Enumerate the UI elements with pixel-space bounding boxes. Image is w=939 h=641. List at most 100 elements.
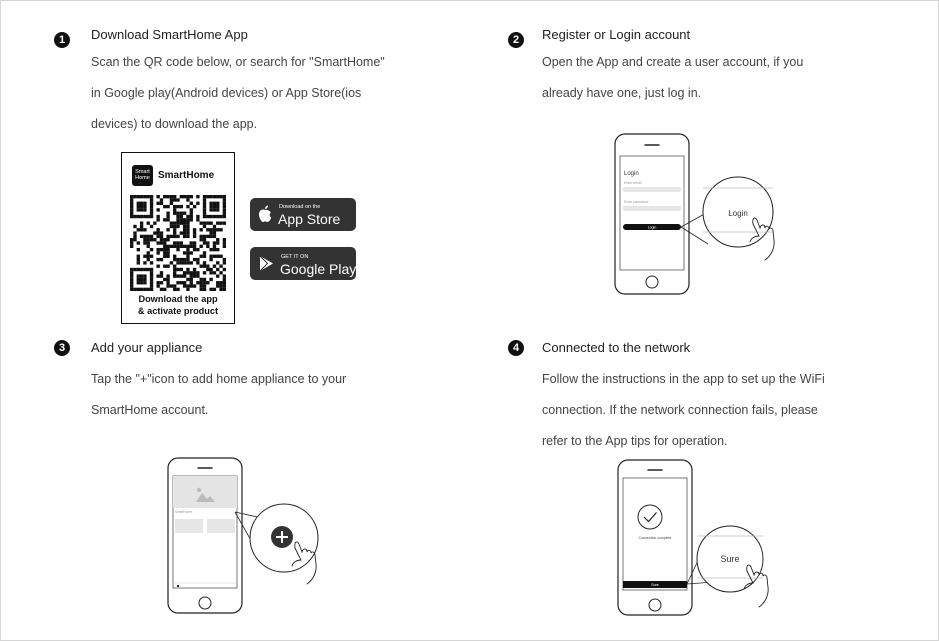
qr-module	[186, 231, 190, 235]
qr-module	[222, 257, 226, 262]
password-field[interactable]	[623, 206, 681, 211]
qr-module	[136, 214, 140, 219]
network-phone-illustration: Connection complete Sure Sure	[617, 459, 769, 616]
qr-module	[146, 254, 150, 258]
qr-module	[159, 231, 164, 235]
qr-module	[212, 204, 217, 209]
qr-module	[136, 274, 140, 278]
google-play-badge[interactable]: GET IT ON Google Play	[250, 247, 356, 280]
qr-module	[156, 251, 160, 255]
qr-module	[222, 261, 226, 265]
login-button-label: Login	[648, 226, 657, 230]
qr-module	[192, 257, 197, 262]
qr-module	[139, 204, 144, 209]
qr-module	[136, 247, 140, 252]
qr-module	[202, 198, 207, 202]
qr-module	[199, 264, 203, 268]
qr-module	[222, 211, 226, 215]
step-3-description: Tap the "+"icon to add home appliance to…	[91, 364, 346, 426]
email-field[interactable]	[623, 187, 681, 192]
qr-module	[156, 257, 160, 262]
qr-module	[176, 257, 180, 262]
qr-module	[196, 218, 200, 222]
qr-module	[209, 195, 213, 199]
add-appliance-phone-illustration: SmartHome	[167, 457, 319, 614]
qr-module	[159, 274, 164, 278]
app-store-badge[interactable]: Download on the App Store	[250, 198, 356, 231]
qr-module	[206, 228, 210, 232]
qr-module	[169, 224, 174, 229]
qr-module	[159, 238, 164, 242]
qr-module	[156, 231, 160, 235]
step-1-line: devices) to download the app.	[91, 117, 258, 131]
qr-module	[143, 234, 147, 239]
qr-module	[216, 208, 220, 212]
qr-module	[173, 198, 177, 202]
step-3-number: 3	[54, 340, 70, 356]
password-label: Enter password	[624, 200, 648, 204]
qr-module	[159, 234, 164, 239]
qr-module	[136, 201, 140, 205]
step-1-description: Scan the QR code below, or search for "S…	[91, 47, 385, 140]
qr-module	[199, 254, 203, 258]
qr-code[interactable]	[130, 195, 226, 291]
qr-module	[136, 208, 140, 212]
qr-module	[130, 244, 134, 249]
qr-module	[133, 224, 137, 229]
qr-module	[176, 274, 180, 278]
step-3-title: Add your appliance	[91, 340, 203, 355]
qr-module	[166, 251, 170, 255]
qr-module	[130, 195, 134, 199]
qr-module	[186, 244, 190, 249]
qr-module	[212, 195, 217, 199]
qr-module	[182, 195, 187, 199]
qr-module	[202, 261, 207, 265]
qr-module	[199, 281, 203, 285]
qr-module	[179, 221, 184, 225]
qr-module	[182, 234, 187, 239]
login-zoom-label: Login	[728, 209, 748, 218]
qr-module	[186, 247, 190, 252]
qr-module	[219, 195, 223, 199]
qr-module	[130, 284, 134, 288]
qr-module	[186, 224, 190, 229]
qr-module	[173, 264, 177, 268]
apple-icon	[259, 205, 272, 222]
qr-module	[202, 281, 207, 285]
qr-module	[169, 195, 174, 199]
qr-module	[216, 254, 220, 258]
qr-module	[209, 234, 213, 239]
qr-module	[156, 247, 160, 252]
qr-module	[136, 195, 140, 199]
qr-module	[176, 224, 180, 229]
step-2-number: 2	[508, 32, 524, 48]
qr-module	[130, 214, 134, 219]
qr-module	[143, 274, 147, 278]
qr-module	[189, 274, 193, 278]
home-card-label: SmartHome	[175, 510, 192, 514]
qr-module	[182, 231, 187, 235]
qr-module	[196, 257, 200, 262]
qr-module	[173, 231, 177, 235]
qr-module	[166, 204, 170, 209]
qr-module	[130, 274, 134, 278]
qr-module	[149, 198, 154, 202]
qr-module	[139, 228, 144, 232]
qr-module	[186, 198, 190, 202]
qr-module	[222, 281, 226, 285]
qr-module	[209, 201, 213, 205]
qr-module	[130, 201, 134, 205]
qr-module	[139, 224, 144, 229]
qr-module	[136, 267, 140, 272]
sure-button-label: Sure	[651, 583, 658, 587]
qr-module	[146, 241, 150, 245]
qr-module	[192, 267, 197, 272]
qr-module	[149, 247, 154, 252]
step-4-line: connection. If the network connection fa…	[542, 403, 818, 417]
qr-module	[209, 247, 213, 252]
qr-module	[216, 238, 220, 242]
qr-module	[219, 214, 223, 219]
qr-module	[130, 271, 134, 275]
qr-module	[163, 251, 167, 255]
qr-module	[196, 274, 200, 278]
